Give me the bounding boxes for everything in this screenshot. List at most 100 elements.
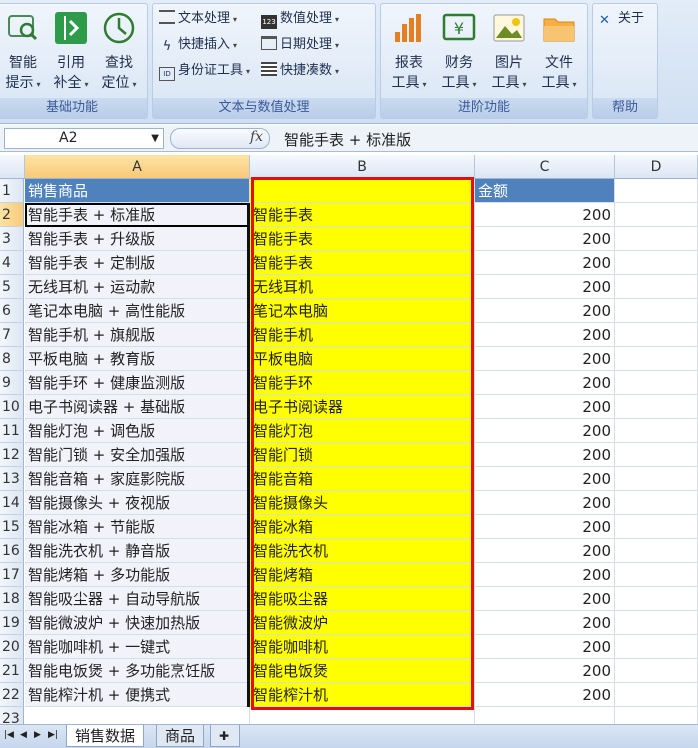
cell-a[interactable]: 智能洗衣机 + 静音版 — [25, 539, 250, 563]
cell-b[interactable]: 无线耳机 — [250, 275, 475, 299]
row-header[interactable]: 5 — [0, 275, 24, 299]
empty-cell[interactable] — [615, 179, 698, 203]
cell-c[interactable]: 200 — [475, 203, 615, 227]
cell-c[interactable]: 200 — [475, 443, 615, 467]
image-tool-button[interactable]: 图片 工具 ▾ — [485, 8, 533, 98]
row-header[interactable]: 1 — [0, 179, 24, 203]
number-process-button[interactable]: 123 数值处理 ▾ — [261, 8, 339, 30]
cell-a[interactable]: 智能手表 + 标准版 — [25, 203, 250, 227]
reference-button[interactable]: 引用 补全 ▾ — [47, 8, 95, 98]
cell-c[interactable]: 200 — [475, 515, 615, 539]
row-header[interactable]: 14 — [0, 491, 24, 515]
about-button[interactable]: ✕ 关于 — [599, 8, 644, 30]
cell-c[interactable]: 200 — [475, 659, 615, 683]
row-header[interactable]: 6 — [0, 299, 24, 323]
cell-c[interactable]: 200 — [475, 635, 615, 659]
row-header[interactable]: 7 — [0, 323, 24, 347]
cell-a[interactable]: 智能微波炉 + 快速加热版 — [25, 611, 250, 635]
empty-cell[interactable] — [615, 323, 698, 347]
cell-b[interactable]: 智能手表 — [250, 251, 475, 275]
cell-c[interactable]: 200 — [475, 347, 615, 371]
quick-sum-button[interactable]: 快捷凑数 ▾ — [261, 60, 339, 82]
row-header[interactable]: 22 — [0, 683, 24, 707]
cell-a[interactable]: 无线耳机 + 运动款 — [25, 275, 250, 299]
text-process-button[interactable]: 文本处理 ▾ — [159, 8, 237, 30]
empty-cell[interactable] — [615, 347, 698, 371]
cell-a[interactable]: 电子书阅读器 + 基础版 — [25, 395, 250, 419]
empty-cell[interactable] — [615, 251, 698, 275]
sheet-tab-sales[interactable]: 销售数据 — [66, 725, 145, 747]
cell-b[interactable]: 智能微波炉 — [250, 611, 475, 635]
new-sheet-icon[interactable]: ✚ — [210, 725, 240, 747]
cell-c[interactable]: 200 — [475, 251, 615, 275]
row-header[interactable]: 16 — [0, 539, 24, 563]
row-header[interactable]: 17 — [0, 563, 24, 587]
cell-b[interactable]: 智能手机 — [250, 323, 475, 347]
cell-a[interactable]: 智能咖啡机 + 一键式 — [25, 635, 250, 659]
cell-b[interactable]: 智能门锁 — [250, 443, 475, 467]
cell-c[interactable]: 200 — [475, 539, 615, 563]
empty-cell[interactable] — [615, 203, 698, 227]
cell-c[interactable]: 200 — [475, 611, 615, 635]
cell-c[interactable]: 200 — [475, 275, 615, 299]
row-header[interactable]: 12 — [0, 443, 24, 467]
row-header[interactable]: 9 — [0, 371, 24, 395]
cell-b[interactable]: 智能洗衣机 — [250, 539, 475, 563]
cell-b[interactable]: 智能电饭煲 — [250, 659, 475, 683]
cell-c[interactable]: 200 — [475, 491, 615, 515]
row-header[interactable]: 2 — [0, 203, 24, 227]
cell-b[interactable]: 智能手表 — [250, 203, 475, 227]
row-header[interactable]: 15 — [0, 515, 24, 539]
cell-b[interactable]: 电子书阅读器 — [250, 395, 475, 419]
cell-c[interactable]: 200 — [475, 587, 615, 611]
header-cell-b[interactable] — [250, 179, 475, 203]
cell-a[interactable]: 智能手表 + 升级版 — [25, 227, 250, 251]
cell-c[interactable]: 200 — [475, 683, 615, 707]
cell-a[interactable]: 智能门锁 + 安全加强版 — [25, 443, 250, 467]
select-all-corner[interactable] — [0, 155, 25, 179]
empty-cell[interactable] — [615, 227, 698, 251]
cell-c[interactable]: 200 — [475, 323, 615, 347]
cell-a[interactable]: 智能电饭煲 + 多功能烹饪版 — [25, 659, 250, 683]
cell-a[interactable]: 笔记本电脑 + 高性能版 — [25, 299, 250, 323]
cell-a[interactable]: 智能音箱 + 家庭影院版 — [25, 467, 250, 491]
find-button[interactable]: 查找 定位 ▾ — [95, 8, 143, 98]
empty-cell[interactable] — [615, 515, 698, 539]
cell-c[interactable]: 200 — [475, 563, 615, 587]
empty-cell[interactable] — [615, 395, 698, 419]
cell-b[interactable]: 智能吸尘器 — [250, 587, 475, 611]
name-box[interactable]: A2 ▼ — [4, 128, 164, 149]
smart-tip-button[interactable]: 智能 提示 ▾ — [0, 8, 47, 98]
next-sheet-icon[interactable]: ▶ — [34, 730, 41, 740]
cell-a[interactable]: 智能手表 + 定制版 — [25, 251, 250, 275]
empty-cell[interactable] — [615, 683, 698, 707]
sheet-tab-products[interactable]: 商品 — [156, 725, 205, 747]
row-header[interactable]: 21 — [0, 659, 24, 683]
file-tool-button[interactable]: 文件 工具 ▾ — [535, 8, 583, 98]
header-cell-a[interactable]: 销售商品 — [25, 179, 250, 203]
cell-a[interactable]: 智能手环 + 健康监测版 — [25, 371, 250, 395]
cell-a[interactable]: 智能摄像头 + 夜视版 — [25, 491, 250, 515]
cell-b[interactable]: 智能手表 — [250, 227, 475, 251]
cell-b[interactable]: 笔记本电脑 — [250, 299, 475, 323]
cell-c[interactable]: 200 — [475, 467, 615, 491]
row-header[interactable]: 4 — [0, 251, 24, 275]
cell-c[interactable]: 200 — [475, 371, 615, 395]
cell-c[interactable]: 200 — [475, 395, 615, 419]
row-header[interactable]: 20 — [0, 635, 24, 659]
column-header-b[interactable]: B — [250, 155, 475, 179]
cell-b[interactable]: 智能咖啡机 — [250, 635, 475, 659]
name-box-dropdown-icon[interactable]: ▼ — [151, 129, 159, 148]
first-sheet-icon[interactable]: |◀ — [4, 730, 14, 740]
column-header-a[interactable]: A — [25, 155, 250, 179]
fx-icon[interactable]: fx — [250, 129, 263, 145]
report-tool-button[interactable]: 报表 工具 ▾ — [385, 8, 433, 98]
cell-c[interactable]: 200 — [475, 419, 615, 443]
cell-a[interactable]: 智能吸尘器 + 自动导航版 — [25, 587, 250, 611]
empty-cell[interactable] — [615, 587, 698, 611]
quick-insert-button[interactable]: ϟ 快捷插入 ▾ — [159, 34, 237, 56]
row-header[interactable]: 18 — [0, 587, 24, 611]
cell-b[interactable]: 智能榨汁机 — [250, 683, 475, 707]
row-header[interactable]: 13 — [0, 467, 24, 491]
last-sheet-icon[interactable]: ▶| — [48, 730, 58, 740]
